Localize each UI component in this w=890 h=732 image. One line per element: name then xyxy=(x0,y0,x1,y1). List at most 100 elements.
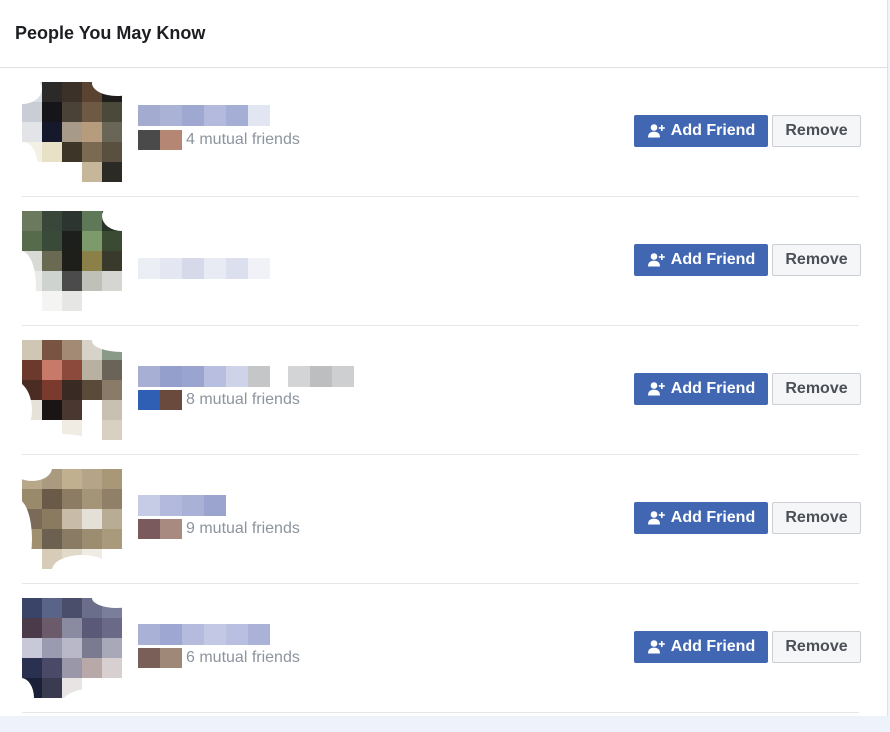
avatar-pixel xyxy=(22,658,42,678)
avatar[interactable] xyxy=(22,340,122,440)
name-blur-segment xyxy=(204,366,226,387)
name-blur-segment xyxy=(138,624,160,645)
avatar-pixel xyxy=(22,102,42,122)
name-blur-segment xyxy=(138,495,160,516)
mutual-friend-thumb xyxy=(138,390,160,410)
avatar-pixel xyxy=(62,360,82,380)
name-blur-segment xyxy=(310,366,332,387)
avatar-pixel xyxy=(102,360,122,380)
mutual-friend-thumb xyxy=(160,130,182,150)
avatar-pixel xyxy=(62,162,82,182)
avatar-pixel xyxy=(82,489,102,509)
add-friend-icon xyxy=(647,124,665,138)
avatar[interactable] xyxy=(22,469,122,569)
remove-button[interactable]: Remove xyxy=(772,115,861,147)
avatar-pixel xyxy=(62,489,82,509)
avatar-pixel xyxy=(42,618,62,638)
people-you-may-know-panel: People You May Know 4 mutual friends Add … xyxy=(0,0,888,716)
add-friend-label: Add Friend xyxy=(670,380,756,397)
name-blur-segment xyxy=(204,624,226,645)
panel-header: People You May Know xyxy=(0,0,887,68)
avatar-pixel xyxy=(22,340,42,360)
add-friend-icon xyxy=(647,640,665,654)
mutual-friends[interactable]: 6 mutual friends xyxy=(138,648,300,668)
avatar-pixel xyxy=(62,598,82,618)
avatar-pixel xyxy=(42,142,62,162)
name-blur-segment xyxy=(138,258,160,279)
remove-button[interactable]: Remove xyxy=(772,373,861,405)
avatar-pixel xyxy=(82,162,102,182)
name-blur-segment xyxy=(160,366,182,387)
avatar-pixel xyxy=(82,638,102,658)
profile-name-redacted[interactable] xyxy=(138,366,354,387)
name-blur-segment xyxy=(288,366,310,387)
avatar-pixel xyxy=(42,400,62,420)
avatar-pixel xyxy=(42,489,62,509)
avatar-pixel xyxy=(62,102,82,122)
mutual-friends-count: 9 mutual friends xyxy=(186,520,300,537)
add-friend-icon xyxy=(647,511,665,525)
suggestion-row: 9 mutual friends Add Friend Remove xyxy=(22,455,861,584)
mutual-friends-count: 4 mutual friends xyxy=(186,131,300,148)
avatar-pixel xyxy=(102,380,122,400)
remove-button[interactable]: Remove xyxy=(772,502,861,534)
add-friend-button[interactable]: Add Friend xyxy=(634,115,768,147)
name-blur-segment xyxy=(204,105,226,126)
name-blur-segment xyxy=(204,258,226,279)
avatar-pixel xyxy=(102,142,122,162)
avatar-pixel xyxy=(82,380,102,400)
profile-name-redacted[interactable] xyxy=(138,624,270,645)
mutual-friend-thumb xyxy=(138,519,160,539)
avatar-pixel xyxy=(102,162,122,182)
avatar-pixel xyxy=(82,122,102,142)
profile-name-redacted[interactable] xyxy=(138,105,270,126)
avatar[interactable] xyxy=(22,82,122,182)
mutual-friends[interactable]: 4 mutual friends xyxy=(138,130,300,150)
name-blur-segment xyxy=(182,105,204,126)
name-blur-segment xyxy=(138,105,160,126)
avatar[interactable] xyxy=(22,598,122,698)
name-blur-segment xyxy=(182,495,204,516)
avatar-pixel xyxy=(62,251,82,271)
avatar-pixel xyxy=(82,231,102,251)
mutual-friends[interactable]: 9 mutual friends xyxy=(138,519,300,539)
suggestion-row: 6 mutual friends Add Friend Remove xyxy=(22,584,861,713)
avatar-pixel xyxy=(62,509,82,529)
mutual-friend-thumb xyxy=(160,519,182,539)
avatar-pixel xyxy=(42,638,62,658)
add-friend-button[interactable]: Add Friend xyxy=(634,373,768,405)
avatar-pixel xyxy=(82,469,102,489)
name-blur-segment xyxy=(160,105,182,126)
avatar-pixel xyxy=(102,469,122,489)
name-blur-segment xyxy=(226,366,248,387)
name-blur-segment xyxy=(248,105,270,126)
avatar-pixel xyxy=(62,142,82,162)
page-background-strip xyxy=(0,716,890,732)
suggestion-row: Add Friend Remove xyxy=(22,197,861,326)
avatar-pixel xyxy=(42,122,62,142)
avatar-pixel xyxy=(22,638,42,658)
avatar-pixel xyxy=(82,529,102,549)
name-blur-segment xyxy=(182,366,204,387)
avatar-pixel xyxy=(82,271,102,291)
avatar-pixel xyxy=(82,211,102,231)
avatar-pixel xyxy=(42,291,62,311)
avatar-pixel xyxy=(42,509,62,529)
add-friend-button[interactable]: Add Friend xyxy=(634,502,768,534)
avatar-pixel xyxy=(102,400,122,420)
avatar-pixel xyxy=(62,638,82,658)
remove-button[interactable]: Remove xyxy=(772,244,861,276)
mutual-friends[interactable]: 8 mutual friends xyxy=(138,390,300,410)
remove-label: Remove xyxy=(785,251,848,268)
avatar[interactable] xyxy=(22,211,122,311)
add-friend-button[interactable]: Add Friend xyxy=(634,631,768,663)
remove-button[interactable]: Remove xyxy=(772,631,861,663)
avatar-pixel xyxy=(102,529,122,549)
avatar-pixel xyxy=(42,211,62,231)
avatar-pixel xyxy=(42,251,62,271)
suggestion-row: 8 mutual friends Add Friend Remove xyxy=(22,326,861,455)
profile-name-redacted[interactable] xyxy=(138,495,226,516)
add-friend-button[interactable]: Add Friend xyxy=(634,244,768,276)
profile-name-redacted[interactable] xyxy=(138,258,270,279)
avatar-pixel xyxy=(102,618,122,638)
